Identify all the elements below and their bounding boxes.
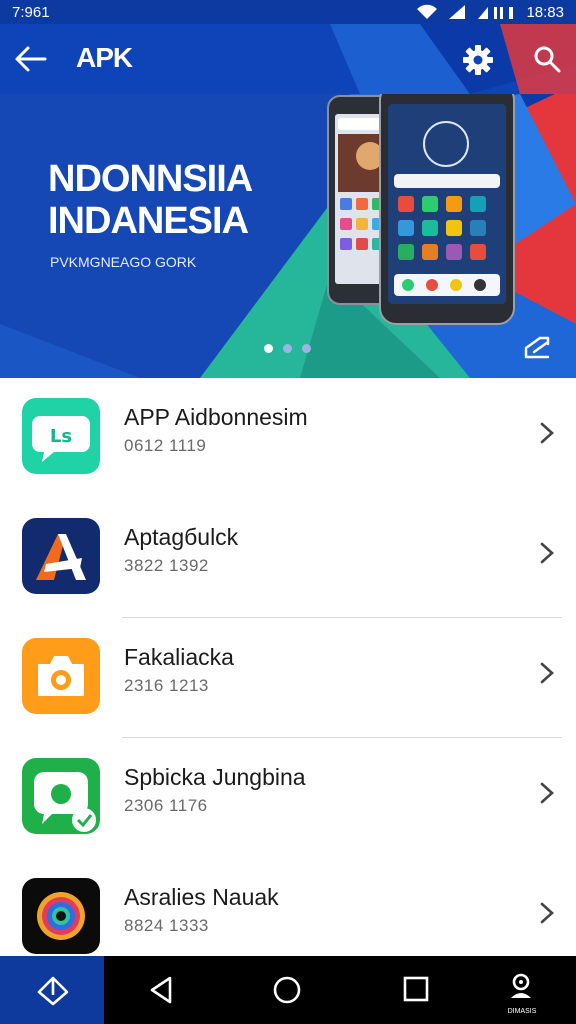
app-meta: 0612 1119 <box>124 436 207 455</box>
home-circle-icon[interactable] <box>272 975 302 1005</box>
status-time-left: 7:961 <box>12 3 50 21</box>
camera-icon <box>22 638 100 714</box>
pagination-dot-3[interactable] <box>302 344 311 353</box>
pagination-dot-1[interactable] <box>264 344 273 353</box>
list-item[interactable]: Fakaliacka 2316 1213 <box>0 618 576 738</box>
profile-label: DIMASIS <box>507 1008 537 1015</box>
banner-pagination[interactable] <box>264 344 311 353</box>
navigation-bar: DIMASIS <box>0 956 576 1024</box>
back-arrow-icon[interactable] <box>14 44 48 74</box>
app-list: Ls APP Aidbonnesim 0612 1119 Aptagбulck … <box>0 378 576 978</box>
chevron-right-icon <box>540 422 554 444</box>
gear-icon[interactable] <box>462 44 494 76</box>
status-time-right: 18:83 <box>526 3 564 21</box>
app-name: Spbicka Jungbina <box>124 764 306 790</box>
chevron-right-icon <box>540 662 554 684</box>
wifi-icon <box>416 4 438 20</box>
diamond-icon <box>37 976 69 1006</box>
phone-illustration-front <box>379 94 515 325</box>
back-triangle-icon[interactable] <box>146 975 176 1005</box>
banner-subtitle: PVKMGNEAGO GORK <box>50 254 197 270</box>
chevron-right-icon <box>540 782 554 804</box>
banner-title: NDONNSIIA INDANESIA <box>48 158 253 242</box>
share-icon[interactable] <box>522 330 552 360</box>
banner-title-line2: INDANESIA <box>48 200 249 242</box>
signal-icon <box>448 4 466 20</box>
nav-tab-home[interactable] <box>0 956 104 1024</box>
list-item[interactable]: Ls APP Aidbonnesim 0612 1119 <box>0 378 576 498</box>
chat-bubble-icon: Ls <box>22 398 100 474</box>
arrow-a-icon <box>22 518 100 594</box>
chevron-right-icon <box>540 902 554 924</box>
list-item[interactable]: Aptagбulck 3822 1392 <box>0 498 576 618</box>
chevron-right-icon <box>540 542 554 564</box>
app-meta: 3822 1392 <box>124 556 209 575</box>
recents-square-icon[interactable] <box>402 975 430 1003</box>
app-meta: 8824 1333 <box>124 916 209 935</box>
app-meta: 2316 1213 <box>124 676 209 695</box>
app-bar: APK <box>0 24 576 94</box>
search-icon[interactable] <box>532 44 562 74</box>
app-name: APP Aidbonnesim <box>124 404 308 430</box>
banner-title-line1: NDONNSIIA <box>48 158 253 200</box>
pagination-dot-2[interactable] <box>283 344 292 353</box>
app-meta: 2306 1176 <box>124 796 208 815</box>
app-name: Fakaliacka <box>124 644 234 670</box>
list-item[interactable]: Spbicka Jungbina 2306 1176 <box>0 738 576 858</box>
app-title: APK <box>76 42 133 73</box>
svg-text:Ls: Ls <box>50 426 72 447</box>
status-bar: 7:961 18:83 <box>0 0 576 24</box>
app-name: Aptagбulck <box>124 524 239 550</box>
app-name: Asralies Nauak <box>124 884 279 910</box>
promo-banner[interactable]: NDONNSIIA INDANESIA PVKMGNEAGO GORK <box>0 94 576 378</box>
profile-icon[interactable] <box>508 972 534 1002</box>
battery-icon <box>476 4 516 20</box>
lens-icon <box>22 878 100 954</box>
chat-check-icon <box>22 758 100 834</box>
